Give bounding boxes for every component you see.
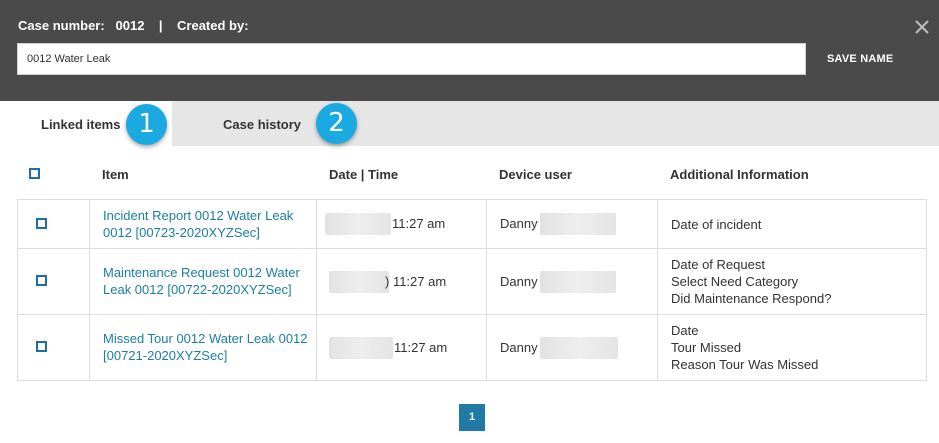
table-row: Missed Tour 0012 Water Leak 0012 [00721-… <box>18 315 926 381</box>
item-link[interactable]: Incident Report 0012 Water Leak 0012 [00… <box>103 207 313 241</box>
redacted-date <box>325 213 391 235</box>
table-row: Maintenance Request 0012 Water Leak 0012… <box>18 249 926 315</box>
tab-case-history-label: Case history <box>223 117 302 132</box>
callout-badge-1: 1 <box>126 104 167 145</box>
page-1-button[interactable]: 1 <box>459 404 485 431</box>
column-header-item: Item <box>102 167 129 182</box>
save-name-button[interactable]: SAVE NAME <box>827 53 893 65</box>
info-line: Did Maintenance Respond? <box>671 291 832 306</box>
case-name-input[interactable] <box>17 43 806 75</box>
info-line: Select Need Category <box>671 274 799 289</box>
item-link[interactable]: Maintenance Request 0012 Water Leak 0012… <box>103 264 313 298</box>
additional-info: Date of Request Select Need Category Did… <box>671 256 831 307</box>
case-number: 0012 <box>115 18 145 33</box>
device-user: Danny <box>500 274 538 289</box>
table-header: Item Date | Time Device user Additional … <box>17 146 927 199</box>
case-info: Case number: 0012 | Created by: <box>18 18 249 33</box>
select-all-checkbox[interactable] <box>29 168 40 179</box>
info-line: Date of incident <box>671 217 762 232</box>
info-line: Tour Missed <box>671 340 742 355</box>
column-header-date-time: Date | Time <box>329 167 399 182</box>
row-checkbox[interactable] <box>36 218 47 229</box>
additional-info: Date Tour Missed Reason Tour Was Missed <box>671 322 818 373</box>
column-header-device-user: Device user <box>499 167 572 182</box>
case-header: Case number: 0012 | Created by: SAVE NAM… <box>0 0 939 101</box>
created-by-label: Created by: <box>177 18 249 33</box>
redacted-user <box>540 271 616 293</box>
linked-items-table: Incident Report 0012 Water Leak 0012 [00… <box>17 199 927 381</box>
case-number-label: Case number: <box>18 18 105 33</box>
info-line: Date <box>671 323 699 338</box>
redacted-user <box>540 213 616 235</box>
item-time: 11:27 am <box>394 340 448 355</box>
tab-linked-items-label: Linked items <box>41 117 121 132</box>
row-checkbox[interactable] <box>36 341 47 352</box>
device-user: Danny <box>500 216 538 231</box>
redacted-user <box>540 337 618 359</box>
info-line: Date of Request <box>671 257 765 272</box>
table-row: Incident Report 0012 Water Leak 0012 [00… <box>18 200 926 249</box>
item-time: ) 11:27 am <box>385 274 447 289</box>
close-icon[interactable] <box>912 17 932 37</box>
redacted-date <box>329 271 389 293</box>
item-time: 11:27 am <box>392 216 446 231</box>
column-header-additional-info: Additional Information <box>670 167 809 182</box>
callout-badge-2: 2 <box>316 103 357 144</box>
redacted-date <box>329 337 393 359</box>
separator: | <box>158 18 163 33</box>
info-line: Reason Tour Was Missed <box>671 357 819 372</box>
item-link[interactable]: Missed Tour 0012 Water Leak 0012 [00721-… <box>103 330 313 364</box>
device-user: Danny <box>500 340 538 355</box>
additional-info: Date of incident <box>671 216 761 233</box>
row-checkbox[interactable] <box>36 275 47 286</box>
